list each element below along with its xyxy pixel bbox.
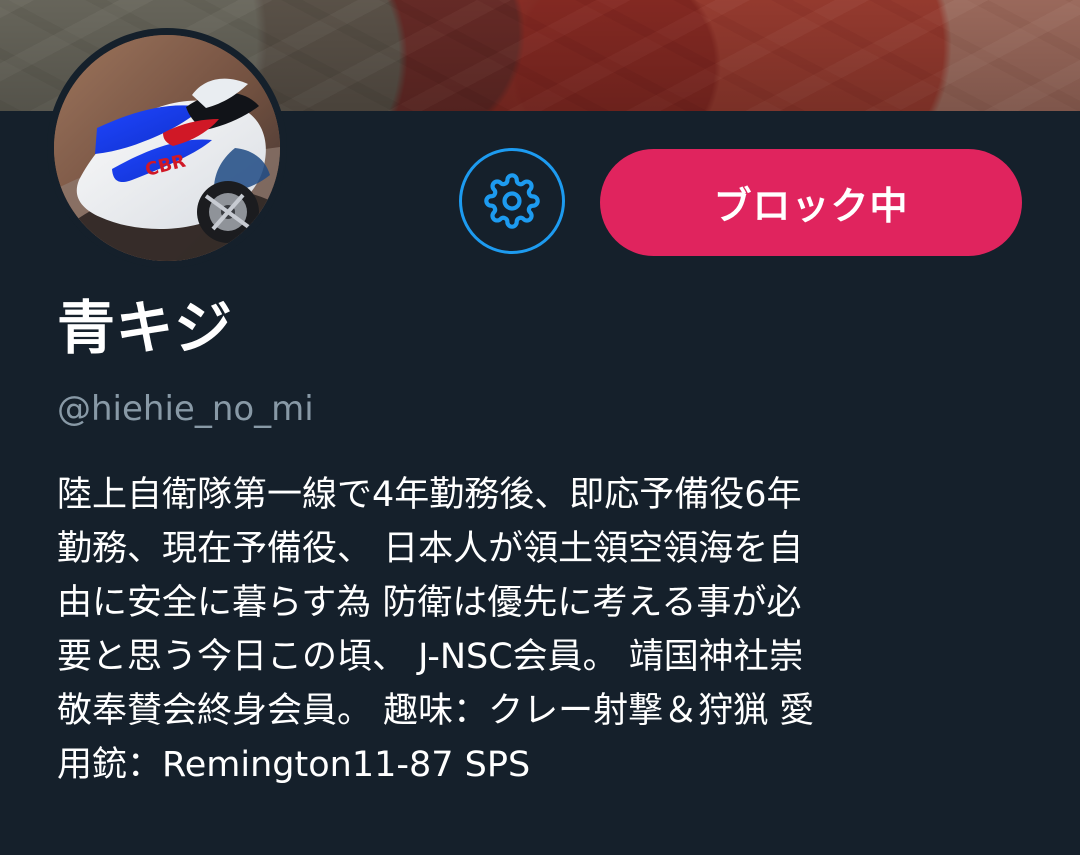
gear-icon <box>484 173 540 229</box>
bio-line: 陸上自衛隊第一線で4年勤務後、即応予備役6年 <box>57 475 802 515</box>
profile-bio: 陸上自衛隊第一線で4年勤務後、即応予備役6年 勤務、現在予備役、 日本人が領土領… <box>57 468 1037 792</box>
motorcycle-avatar-icon: CBR <box>54 35 280 261</box>
bio-line: 要と思う今日この頃、 J-NSC会員。 靖国神社崇 <box>57 637 804 677</box>
settings-button[interactable] <box>459 148 565 254</box>
avatar[interactable]: CBR <box>54 35 280 261</box>
username: @hiehie_no_mi <box>57 389 314 429</box>
bio-line: 勤務、現在予備役、 日本人が領土領空領海を自 <box>57 529 804 569</box>
avatar-frame: CBR <box>47 28 287 268</box>
bio-line: 用銃：Remington11-87 SPS <box>57 745 531 785</box>
display-name: 青キジ <box>57 294 233 362</box>
bio-line: 敬奉賛会終身会員。 趣味：クレー射撃＆狩猟 愛 <box>57 691 815 731</box>
bio-line: 由に安全に暮らす為 防衛は優先に考える事が必 <box>57 583 802 623</box>
blocked-button[interactable]: ブロック中 <box>600 149 1022 256</box>
